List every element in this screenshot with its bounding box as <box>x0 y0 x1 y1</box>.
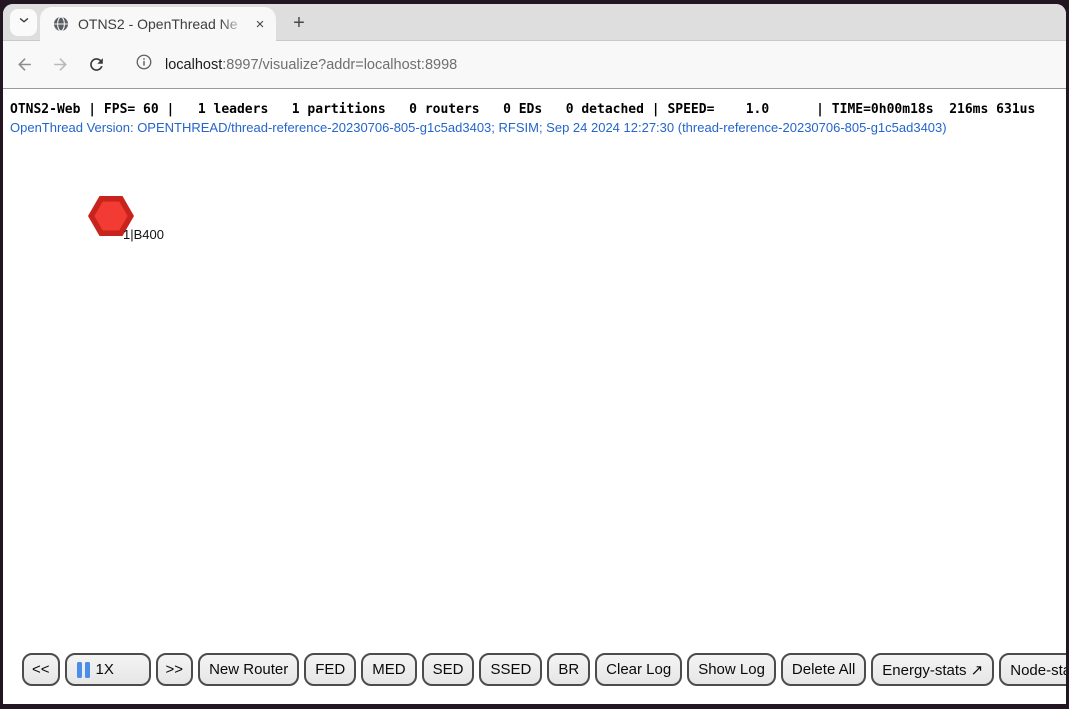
tab-search-button[interactable] <box>10 9 37 36</box>
sed-button[interactable]: SED <box>422 653 475 686</box>
pause-icon <box>77 662 90 678</box>
speed-label: 1X <box>96 661 114 678</box>
site-info-button[interactable] <box>132 53 156 77</box>
action-toolbar: << 1X >> New Router FED MED SED SSED BR … <box>22 653 1066 686</box>
fed-button[interactable]: FED <box>304 653 356 686</box>
close-icon: × <box>256 16 265 33</box>
speed-down-button[interactable]: << <box>22 653 60 686</box>
simulation-canvas: OTNS2-Web | FPS= 60 | 1 leaders 1 partit… <box>3 89 1066 704</box>
delete-all-button[interactable]: Delete All <box>781 653 866 686</box>
new-router-button[interactable]: New Router <box>198 653 299 686</box>
url-bar[interactable]: localhost :8997/visualize?addr=localhost… <box>165 57 457 73</box>
back-button[interactable] <box>10 51 38 79</box>
pause-speed-button[interactable]: 1X <box>65 653 151 686</box>
globe-favicon-icon <box>53 16 69 32</box>
clear-log-button[interactable]: Clear Log <box>595 653 682 686</box>
back-arrow-icon <box>15 55 34 74</box>
chevron-down-icon <box>17 13 31 32</box>
tab-title: OTNS2 - OpenThread Ne <box>78 15 246 33</box>
tab-close-button[interactable]: × <box>250 14 270 34</box>
br-button[interactable]: BR <box>547 653 590 686</box>
node-1-label: 1|B400 <box>123 227 164 242</box>
forward-button[interactable] <box>46 51 74 79</box>
show-log-button[interactable]: Show Log <box>687 653 776 686</box>
url-path: :8997/visualize?addr=localhost:8998 <box>222 57 457 73</box>
openthread-version-line: OpenThread Version: OPENTHREAD/thread-re… <box>10 120 947 135</box>
ssed-button[interactable]: SSED <box>479 653 542 686</box>
url-hostname: localhost <box>165 57 222 73</box>
reload-button[interactable] <box>82 51 110 79</box>
energy-stats-button[interactable]: Energy-stats ↗ <box>871 653 994 686</box>
reload-icon <box>87 55 106 74</box>
node-stats-button[interactable]: Node-stats ↗ <box>999 653 1066 686</box>
forward-arrow-icon <box>51 55 70 74</box>
new-tab-button[interactable]: + <box>286 10 312 36</box>
info-icon <box>135 53 153 76</box>
plus-icon: + <box>293 12 305 35</box>
navigation-bar: localhost :8997/visualize?addr=localhost… <box>3 41 1066 89</box>
fast-forward-icon: >> <box>166 661 184 678</box>
tab-bar: OTNS2 - OpenThread Ne × + <box>3 4 1066 41</box>
browser-window: OTNS2 - OpenThread Ne × + <box>3 4 1066 704</box>
rewind-icon: << <box>32 661 50 678</box>
speed-up-button[interactable]: >> <box>156 653 194 686</box>
tab-otns2[interactable]: OTNS2 - OpenThread Ne × <box>40 7 276 41</box>
simulator-status-line: OTNS2-Web | FPS= 60 | 1 leaders 1 partit… <box>10 102 1035 117</box>
med-button[interactable]: MED <box>361 653 416 686</box>
